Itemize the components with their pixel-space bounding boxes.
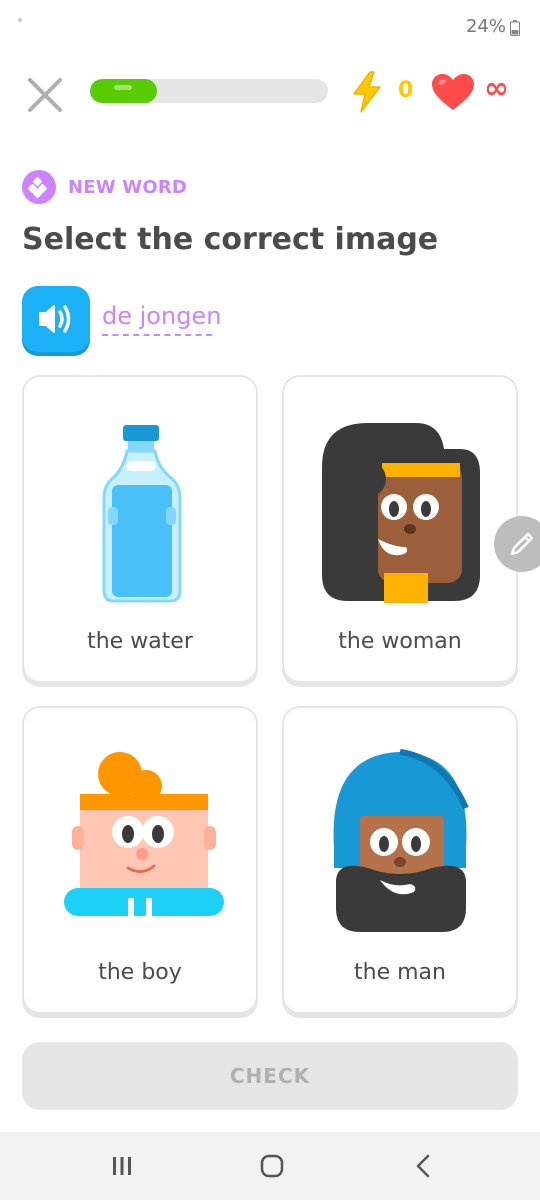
speaker-icon	[39, 305, 71, 333]
new-word-icon	[22, 170, 56, 204]
pencil-icon	[510, 532, 534, 556]
heart-icon	[432, 74, 474, 110]
water-bottle-icon	[102, 425, 182, 603]
battery-icon	[510, 20, 520, 36]
recent-apps-icon[interactable]	[106, 1150, 138, 1182]
choice-label: the man	[354, 960, 446, 985]
choice-card-boy[interactable]: the boy	[22, 706, 258, 1014]
notification-dot	[18, 18, 22, 22]
new-word-label: NEW WORD	[68, 176, 188, 198]
play-audio-button[interactable]	[22, 286, 90, 352]
target-word-underline	[102, 334, 212, 336]
lightning-bolt-icon	[353, 71, 381, 113]
energy-count: 0	[398, 78, 414, 103]
home-icon[interactable]	[256, 1150, 288, 1182]
choice-label: the boy	[98, 960, 182, 985]
target-word[interactable]: de jongen	[102, 302, 221, 330]
choice-label: the woman	[338, 629, 462, 654]
choice-card-water[interactable]: the water	[22, 375, 258, 683]
system-navigation-bar	[0, 1132, 540, 1200]
boy-character-icon	[64, 752, 224, 916]
choice-card-man[interactable]: the man	[282, 706, 518, 1014]
woman-character-icon	[322, 423, 480, 603]
choice-card-woman[interactable]: the woman	[282, 375, 518, 683]
edit-button[interactable]	[494, 516, 540, 572]
back-icon[interactable]	[408, 1150, 440, 1182]
hearts-count: ∞	[484, 71, 509, 106]
lesson-header: 0 ∞	[0, 66, 540, 122]
status-bar: 24%	[0, 0, 540, 56]
lesson-progress-bar	[90, 79, 328, 103]
lesson-progress-fill	[90, 79, 157, 103]
battery-level: 24%	[465, 16, 506, 37]
page-title: Select the correct image	[22, 222, 439, 257]
choice-label: the water	[87, 629, 193, 654]
man-character-icon	[333, 749, 469, 932]
close-icon[interactable]	[22, 72, 68, 118]
new-word-badge: NEW WORD	[22, 170, 187, 204]
check-button[interactable]: CHECK	[22, 1042, 518, 1110]
